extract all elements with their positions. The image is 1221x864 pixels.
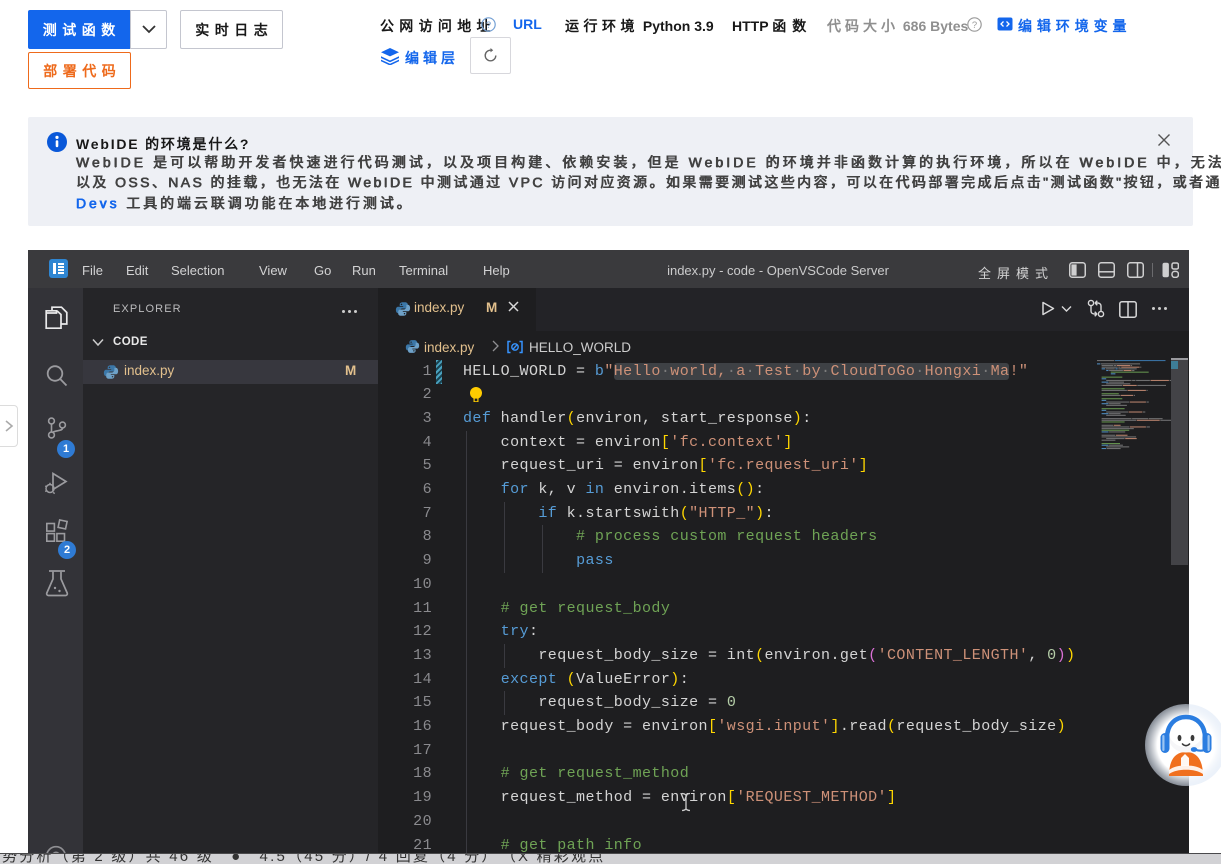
svg-text:?: ? xyxy=(486,20,491,31)
svg-text:?: ? xyxy=(972,20,977,31)
